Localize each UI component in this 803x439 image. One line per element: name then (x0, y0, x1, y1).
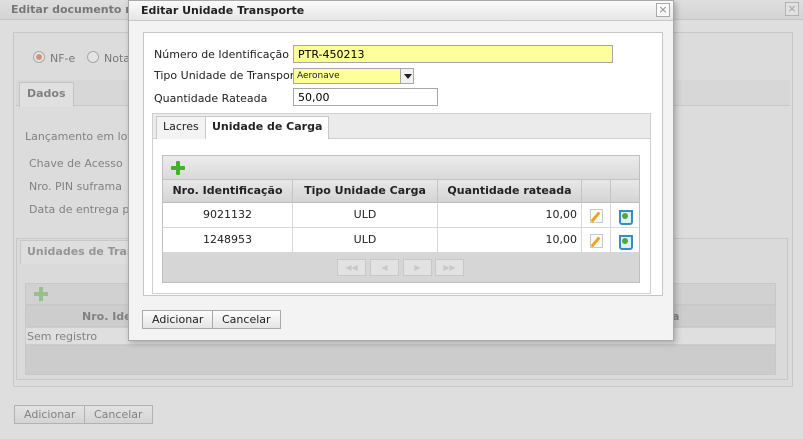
grid-pager (163, 253, 639, 282)
trash-icon[interactable] (618, 233, 633, 250)
label-quantidade-rateada: Quantidade Rateada (154, 92, 268, 105)
pager-prev-button[interactable]: ◀ (370, 259, 399, 276)
tab-lacres[interactable]: Lacres (156, 116, 206, 139)
cell-tipo: ULD (293, 203, 438, 228)
grid-toolbar (163, 156, 639, 180)
cell-delete (611, 203, 639, 228)
pager-last-button[interactable]: ▶▶ (435, 259, 464, 276)
label-tipo-unidade: Tipo Unidade de Transporte (154, 69, 306, 82)
table-row[interactable]: 9021132 ULD 10,00 (163, 203, 639, 228)
dialog-title: Editar Unidade Transporte (141, 4, 305, 17)
column-edit (582, 180, 611, 203)
pencil-icon[interactable] (590, 233, 603, 248)
pager-first-button[interactable]: ◀◀ (337, 259, 366, 276)
quantidade-rateada-input[interactable] (293, 88, 438, 106)
cell-nro: 9021132 (163, 203, 293, 228)
trash-icon[interactable] (618, 208, 633, 225)
pencil-icon[interactable] (590, 208, 603, 223)
cell-delete (611, 228, 639, 253)
cancel-button[interactable]: Cancelar (212, 310, 281, 329)
grid-header: Nro. Identificação Tipo Unidade Carga Qu… (163, 180, 639, 203)
cell-tipo: ULD (293, 228, 438, 253)
cell-edit (582, 228, 611, 253)
cell-qtd: 10,00 (438, 203, 582, 228)
column-quantidade-rateada[interactable]: Quantidade rateada (438, 180, 582, 203)
table-row[interactable]: 1248953 ULD 10,00 (163, 228, 639, 253)
column-nro-identificacao[interactable]: Nro. Identificação (163, 180, 293, 203)
column-tipo-unidade-carga[interactable]: Tipo Unidade Carga (293, 180, 438, 203)
tipo-unidade-selected-value: Aeronave (297, 71, 340, 81)
label-numero-identificacao: Número de Identificação (154, 48, 290, 61)
chevron-down-icon[interactable] (400, 69, 413, 83)
cell-qtd: 10,00 (438, 228, 582, 253)
column-delete (611, 180, 639, 203)
add-button[interactable]: Adicionar (142, 310, 214, 329)
cell-edit (582, 203, 611, 228)
cell-nro: 1248953 (163, 228, 293, 253)
numero-identificacao-input[interactable] (293, 45, 613, 63)
pager-next-button[interactable]: ▶ (403, 259, 432, 276)
plus-icon[interactable] (170, 160, 186, 176)
close-icon[interactable]: × (656, 3, 670, 17)
tab-unidade-de-carga[interactable]: Unidade de Carga (205, 116, 330, 140)
